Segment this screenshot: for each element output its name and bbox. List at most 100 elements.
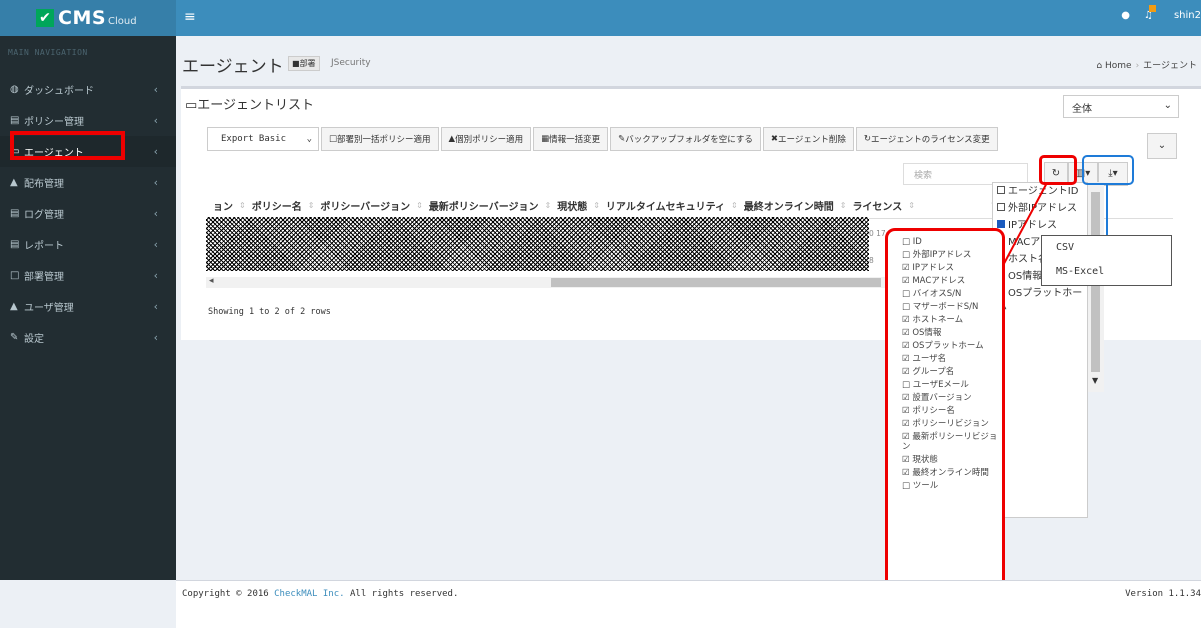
column-header[interactable]: ョン <box>209 198 237 213</box>
grid-icon: ▦ <box>541 134 550 144</box>
sort-icon[interactable]: ⇕ <box>545 201 552 210</box>
toolbar: Export Basic ⌄ □ 部署別一括ポリシー適用 ▲ 個別ポリシー適用 ▦… <box>207 127 1000 151</box>
scroll-left-icon[interactable]: ◂ <box>209 276 214 286</box>
home-icon: ⌂ <box>1096 61 1103 71</box>
sidebar-item-0[interactable]: ◍ ダッシュボード ‹ <box>0 74 176 105</box>
column-header[interactable]: ライセンス <box>848 198 906 213</box>
highlight-box-agent <box>10 131 125 160</box>
logo[interactable]: ✔ CMS Cloud <box>0 0 176 36</box>
change-license-button[interactable]: ↻ エージェントのライセンス変更 <box>855 127 998 151</box>
chevron-left-icon: ‹ <box>153 238 158 251</box>
sort-icon[interactable]: ⇕ <box>731 201 738 210</box>
scope-select[interactable]: 全体 ⌄ <box>1063 95 1179 118</box>
chevron-down-icon: ⌄ <box>306 134 312 144</box>
checkbox[interactable] <box>997 186 1005 194</box>
sidebar-item-label: ユーザ管理 <box>24 303 74 314</box>
sort-icon[interactable]: ⇕ <box>840 201 847 210</box>
callout-line-blue <box>1106 183 1108 235</box>
callout-export-highlight <box>1082 155 1134 185</box>
breadcrumb-home[interactable]: Home <box>1105 61 1132 71</box>
column-option-label: OSプラットホーム <box>997 288 1083 312</box>
checklist-item: □ ID <box>902 237 922 247</box>
delete-agent-button[interactable]: ✖ エージェント削除 <box>762 127 854 151</box>
menu-toggle-icon[interactable]: ≡ <box>184 9 196 25</box>
sort-icon[interactable]: ⇕ <box>239 201 246 210</box>
checkbox[interactable] <box>997 220 1005 228</box>
dept-bulk-policy-button[interactable]: □ 部署別一括ポリシー適用 <box>321 127 439 151</box>
folder-icon: □ <box>329 134 338 144</box>
user-name[interactable]: shin2 <box>1174 10 1201 21</box>
sidebar-item-4[interactable]: ▤ ログ管理 ‹ <box>0 198 176 229</box>
export-excel-option[interactable]: MS-Excel <box>1042 260 1171 284</box>
sidebar-item-label: 配布管理 <box>24 179 64 190</box>
bulk-info-change-button[interactable]: ▦ 情報一括変更 <box>533 127 609 151</box>
version: Version 1.1.34 <box>1125 589 1201 599</box>
sidebar-item-3[interactable]: ▲ 配布管理 ‹ <box>0 167 176 198</box>
chevron-left-icon: ‹ <box>153 83 158 96</box>
checklist-item: □ ツール <box>902 481 939 491</box>
chevron-left-icon: ‹ <box>153 207 158 220</box>
column-option[interactable]: IPアドレス <box>993 217 1087 234</box>
deploy-icon: ▲ <box>10 177 18 188</box>
column-option[interactable]: 外部IPアドレス <box>993 200 1087 217</box>
sort-icon[interactable]: ⇕ <box>593 201 600 210</box>
empty-backup-folder-button[interactable]: ✎ バックアップフォルダを空にする <box>610 127 761 151</box>
checkmark-logo-icon: ✔ <box>36 9 54 27</box>
breadcrumb: ⌂ Home › エージェント <box>1096 61 1197 71</box>
column-toggle-dropdown: エージェントID外部IPアドレスIPアドレスMACアドレスホスト名OS情報OSプ… <box>992 182 1088 518</box>
scroll-down-icon[interactable]: ▼ <box>1092 376 1098 385</box>
sort-icon[interactable]: ⇕ <box>908 201 915 210</box>
nav-header: MAIN NAVIGATION <box>8 48 88 57</box>
checklist-item: □ バイオスS/N <box>902 289 962 299</box>
sidebar-item-5[interactable]: ▤ レポート ‹ <box>0 229 176 260</box>
export-csv-option[interactable]: CSV <box>1042 236 1171 260</box>
sidebar: ✔ CMS Cloud MAIN NAVIGATION ◍ ダッシュボード ‹ ▤ ポリ… <box>0 0 176 580</box>
chevron-left-icon: ‹ <box>153 114 158 127</box>
column-header[interactable]: 最終オンライン時間 <box>740 198 838 213</box>
sidebar-item-7[interactable]: ▲ ユーザ管理 ‹ <box>0 291 176 322</box>
individual-policy-button[interactable]: ▲ 個別ポリシー適用 <box>440 127 532 151</box>
scroll-thumb[interactable] <box>551 278 881 287</box>
column-option[interactable]: OSプラットホーム <box>993 285 1087 315</box>
horizontal-scrollbar[interactable]: ◂ <box>206 276 996 288</box>
sidebar-item-label: 部署管理 <box>24 272 64 283</box>
brand-name: CMS <box>58 7 107 29</box>
checkbox[interactable] <box>997 203 1005 211</box>
checklist-item: ☑ ポリシーリビジョン <box>902 419 989 429</box>
column-header[interactable]: ポリシー名 <box>248 198 306 213</box>
chevron-left-icon: ‹ <box>153 176 158 189</box>
refresh-icon: ↻ <box>863 134 871 144</box>
bell-icon[interactable]: ♫ <box>1144 5 1160 21</box>
export-basic-select[interactable]: Export Basic ⌄ <box>207 127 319 151</box>
dropdown-scrollbar[interactable]: ▼ <box>1088 182 1104 392</box>
checklist-item: ☑ ポリシー名 <box>902 406 955 416</box>
checklist-item: ☑ 設置バージョン <box>902 393 972 403</box>
checklist-item: ☑ ユーザ名 <box>902 354 947 364</box>
log-icon: ▤ <box>10 208 20 219</box>
column-header[interactable]: リアルタイムセキュリティ <box>602 198 729 213</box>
chat-icon[interactable]: ● <box>1121 10 1130 21</box>
collapse-toggle-button[interactable]: ⌄ <box>1147 133 1177 159</box>
dept-tag[interactable]: ■部署 <box>288 56 320 71</box>
chevron-left-icon: ‹ <box>153 145 158 158</box>
column-header[interactable]: ポリシーバージョン <box>316 198 414 213</box>
sort-icon[interactable]: ⇕ <box>308 201 315 210</box>
close-icon: ✖ <box>770 134 778 144</box>
sidebar-item-label: ポリシー管理 <box>24 117 84 128</box>
sort-icon[interactable]: ⇕ <box>416 201 423 210</box>
pagination-info: Showing 1 to 2 of 2 rows <box>208 307 331 317</box>
export-dropdown: CSV MS-Excel <box>1041 235 1172 286</box>
checklist-item: ☑ OS情報 <box>902 328 942 338</box>
checklist-item: ☑ 最終オンライン時間 <box>902 468 989 478</box>
checklist-item: ☑ IPアドレス <box>902 263 954 273</box>
column-header[interactable]: 最新ポリシーバージョン <box>425 198 543 213</box>
page-subtitle: JSecurity <box>331 58 371 68</box>
user-icon: ▲ <box>10 301 18 312</box>
topbar: ≡ ● ♫ shin2 <box>176 0 1201 36</box>
sidebar-item-8[interactable]: ✎ 設定 ‹ <box>0 322 176 353</box>
column-header[interactable]: 現状態 <box>553 198 591 213</box>
column-option-label: 外部IPアドレス <box>1008 203 1077 214</box>
checklist-item: ☑ OSプラットホーム <box>902 341 984 351</box>
company-link[interactable]: CheckMAL Inc. <box>274 589 344 599</box>
sidebar-item-6[interactable]: □ 部署管理 ‹ <box>0 260 176 291</box>
